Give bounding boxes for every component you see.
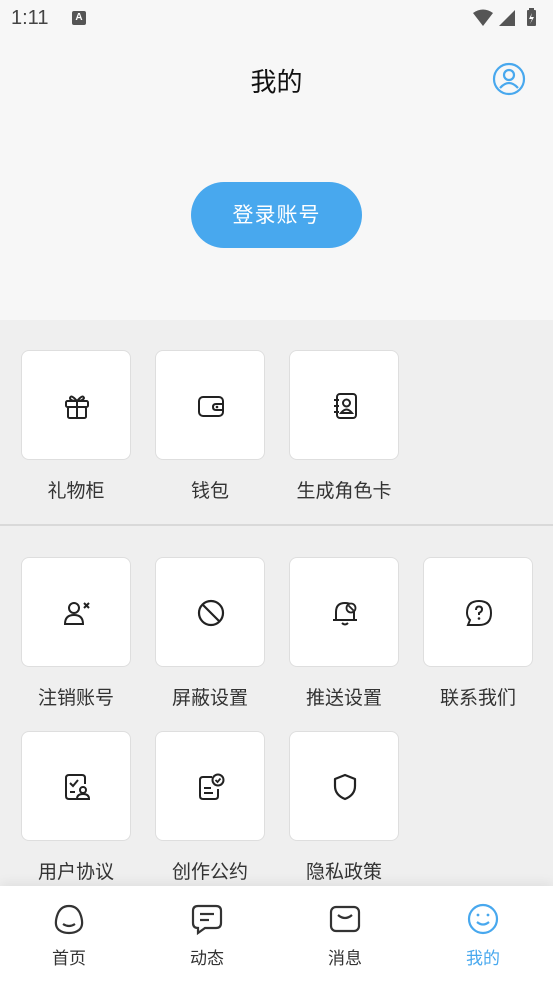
remove-user-icon	[63, 602, 90, 625]
character-card-label: 生成角色卡	[296, 480, 392, 502]
notification-icon: A	[72, 11, 86, 25]
login-button[interactable]: 登录账号	[191, 182, 362, 248]
nav-home[interactable]: 首页	[0, 886, 138, 984]
user-document-icon	[65, 774, 91, 800]
wifi-icon	[473, 9, 493, 26]
privacy-policy-label: 隐私政策	[305, 861, 382, 883]
deactivate-account-label: 注销账号	[37, 687, 114, 709]
wallet-label: 钱包	[190, 480, 229, 502]
help-chat-icon	[465, 599, 493, 626]
contact-us-tile[interactable]	[423, 557, 533, 667]
push-settings-tile[interactable]	[289, 557, 399, 667]
message-icon	[329, 905, 361, 933]
block-icon	[197, 599, 225, 627]
privacy-policy-tile[interactable]	[289, 731, 399, 841]
signal-icon	[499, 10, 515, 26]
user-agreement-tile[interactable]	[21, 731, 131, 841]
creation-covenant-label: 创作公约	[171, 861, 248, 883]
creation-covenant-tile[interactable]	[155, 731, 265, 841]
block-settings-tile[interactable]	[155, 557, 265, 667]
nav-feed[interactable]: 动态	[138, 886, 276, 984]
push-settings-label: 推送设置	[305, 687, 382, 709]
block-settings-label: 屏蔽设置	[171, 687, 248, 709]
gift-cabinet-label: 礼物柜	[47, 480, 105, 502]
chat-bubble-icon	[191, 904, 223, 936]
home-face-icon	[54, 904, 84, 935]
nav-home-label: 首页	[52, 949, 86, 969]
wallet-icon	[198, 396, 224, 417]
deactivate-account-tile[interactable]	[21, 557, 131, 667]
contact-card-icon	[334, 393, 357, 419]
nav-messages-label: 消息	[328, 949, 362, 969]
user-agreement-label: 用户协议	[37, 861, 114, 883]
profile-icon[interactable]	[492, 62, 526, 96]
settings-section: 注销账号 屏蔽设置 推送设置 联系我们 用户协议 创作公约 隐私政策	[0, 526, 553, 886]
status-bar: 1:11 A	[0, 0, 553, 36]
status-icons	[473, 8, 536, 26]
smile-face-icon	[467, 903, 499, 935]
wallet-section: 礼物柜 钱包 生成角色卡	[0, 320, 553, 524]
shield-icon	[333, 773, 357, 801]
character-card-tile[interactable]	[289, 350, 399, 460]
gift-cabinet-tile[interactable]	[21, 350, 131, 460]
profile-header-area: 1:11 A 我的 登录账号	[0, 0, 553, 320]
bottom-navigation: 首页 动态 消息 我的	[0, 886, 553, 984]
document-check-icon	[199, 773, 225, 800]
nav-mine-label: 我的	[466, 949, 500, 969]
gift-icon	[65, 395, 89, 419]
nav-mine[interactable]: 我的	[414, 886, 552, 984]
contact-us-label: 联系我们	[439, 687, 516, 709]
nav-messages[interactable]: 消息	[276, 886, 414, 984]
wallet-tile[interactable]	[155, 350, 265, 460]
page-title: 我的	[250, 68, 303, 98]
nav-feed-label: 动态	[190, 949, 224, 969]
bell-off-icon	[333, 601, 357, 626]
status-time: 1:11	[11, 7, 49, 29]
